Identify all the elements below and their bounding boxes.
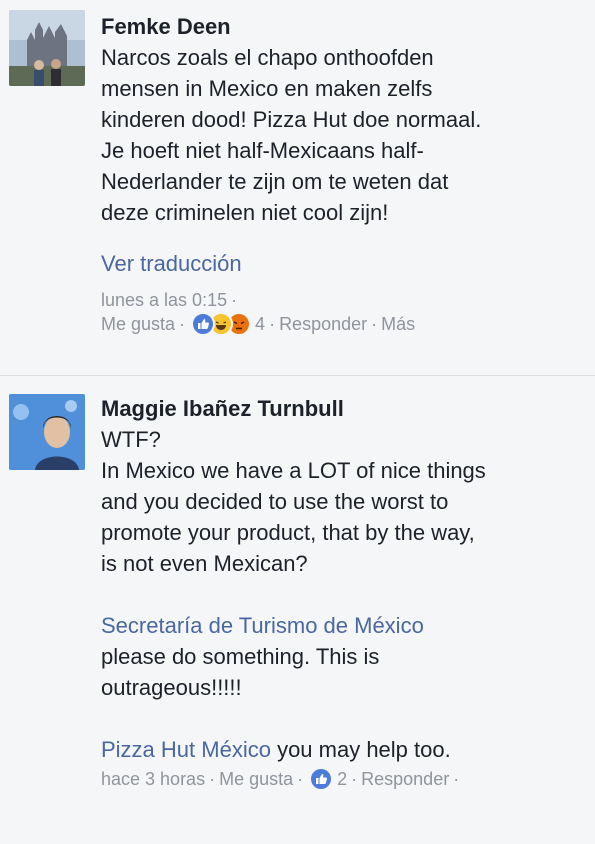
comment-line-with-mention: Pizza Hut México you may help too. xyxy=(101,734,585,765)
avatar-photo-person xyxy=(9,394,85,470)
comment-line: In Mexico we have a LOT of nice things xyxy=(101,458,486,483)
avatar[interactable] xyxy=(9,394,85,470)
mention-pizza-hut-mexico[interactable]: Pizza Hut México xyxy=(101,737,271,762)
reply-button[interactable]: Responder xyxy=(361,767,449,791)
comment-line: is not even Mexican? xyxy=(101,551,308,576)
comment-line: deze criminelen niet cool zijn! xyxy=(101,200,389,225)
comment-text: WTF? In Mexico we have a LOT of nice thi… xyxy=(101,424,585,765)
like-reaction-icon xyxy=(191,312,216,336)
comment-line: kinderen dood! Pizza Hut doe normaal. xyxy=(101,107,482,132)
comment-line-text: you may help too. xyxy=(270,737,451,762)
see-translation-link[interactable]: Ver traducción xyxy=(101,248,585,279)
comment-line: Je hoeft niet half-Mexicaans half- xyxy=(101,138,424,163)
comment-body: Maggie Ibañez Turnbull WTF? In Mexico we… xyxy=(101,394,585,791)
like-reaction-icon xyxy=(309,767,334,791)
comment-line: and you decided to use the worst to xyxy=(101,489,449,514)
comment-line: Narcos zoals el chapo onthoofden xyxy=(101,45,434,70)
comment-line: outrageous!!!!! xyxy=(101,675,242,700)
comment-meta: lunes a las 0:15 · Me gusta · 4 · Responde xyxy=(101,288,585,336)
timestamp[interactable]: hace 3 horas xyxy=(101,767,205,791)
mention-secretaria-turismo[interactable]: Secretaría de Turismo de México xyxy=(101,610,585,641)
comment-maggie-ibanez-turnbull: Maggie Ibañez Turnbull WTF? In Mexico we… xyxy=(0,376,595,844)
comment-author[interactable]: Maggie Ibañez Turnbull xyxy=(101,394,585,424)
reaction-count[interactable]: 4 xyxy=(255,312,265,336)
comment-line: promote your product, that by the way, xyxy=(101,520,475,545)
comment-author[interactable]: Femke Deen xyxy=(101,12,585,42)
action-line: Me gusta · 4 · Responder · Más xyxy=(101,312,416,336)
reply-button[interactable]: Responder xyxy=(279,312,367,336)
avatar-photo-castle xyxy=(9,10,85,86)
timestamp-line: lunes a las 0:15 · xyxy=(101,288,238,312)
comment-meta: hace 3 horas · Me gusta · 2 · Responder · xyxy=(101,767,585,791)
reactions-summary[interactable] xyxy=(309,767,334,791)
reaction-count[interactable]: 2 xyxy=(337,767,347,791)
comment-line: please do something. This is xyxy=(101,644,380,669)
action-line: hace 3 horas · Me gusta · 2 · Responder · xyxy=(101,767,460,791)
comment-line: WTF? xyxy=(101,427,161,452)
more-button[interactable]: Más xyxy=(381,312,415,336)
like-button[interactable]: Me gusta xyxy=(219,767,293,791)
comment-body: Femke Deen Narcos zoals el chapo onthoof… xyxy=(101,12,585,336)
like-button[interactable]: Me gusta xyxy=(101,312,175,336)
avatar[interactable] xyxy=(9,10,85,86)
comment-line: Nederlander te zijn om te weten dat xyxy=(101,169,449,194)
reactions-summary[interactable] xyxy=(191,312,252,336)
comment-femke-deen: Femke Deen Narcos zoals el chapo onthoof… xyxy=(0,0,595,376)
comment-line: mensen in Mexico en maken zelfs xyxy=(101,76,433,101)
comment-text: Narcos zoals el chapo onthoofden mensen … xyxy=(101,42,585,228)
timestamp[interactable]: lunes a las 0:15 xyxy=(101,288,227,312)
